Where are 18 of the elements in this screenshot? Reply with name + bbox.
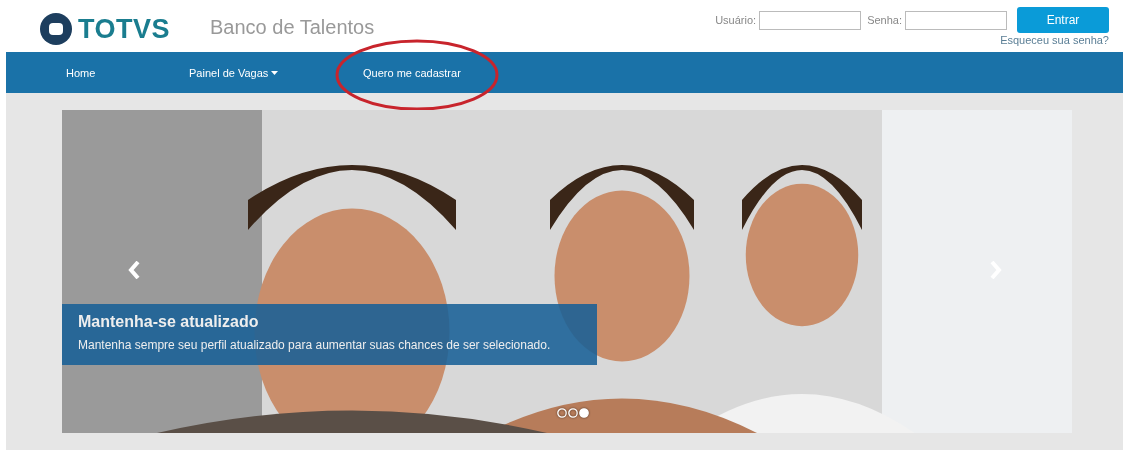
forgot-password-link[interactable]: Esqueceu sua senha?	[1000, 34, 1109, 46]
caret-icon	[271, 70, 279, 75]
user-label: Usuário:	[715, 14, 757, 26]
user-field[interactable]	[759, 10, 862, 30]
nav-link[interactable]: Home	[66, 66, 96, 79]
app-title: Banco de Talentos	[210, 16, 375, 39]
caption-text: Mantenha sempre seu perfil atualizado para aumentar suas chances de ser selecionado.	[78, 338, 552, 352]
password-field[interactable]	[905, 10, 1007, 30]
carousel-indicator[interactable]	[568, 408, 578, 418]
logo-icon	[40, 13, 72, 45]
nav-link[interactable]: Painel de Vagas	[189, 66, 279, 79]
carousel-indicator[interactable]	[557, 408, 567, 418]
login-button[interactable]: Entrar	[1017, 7, 1109, 33]
nav-link[interactable]: Quero me cadastrar	[363, 66, 461, 79]
logo-text: TOTVS	[78, 13, 171, 45]
password-label: Senha:	[867, 14, 902, 26]
carousel-indicator[interactable]	[579, 408, 589, 418]
caption-title: Mantenha-se atualizado	[78, 313, 260, 331]
